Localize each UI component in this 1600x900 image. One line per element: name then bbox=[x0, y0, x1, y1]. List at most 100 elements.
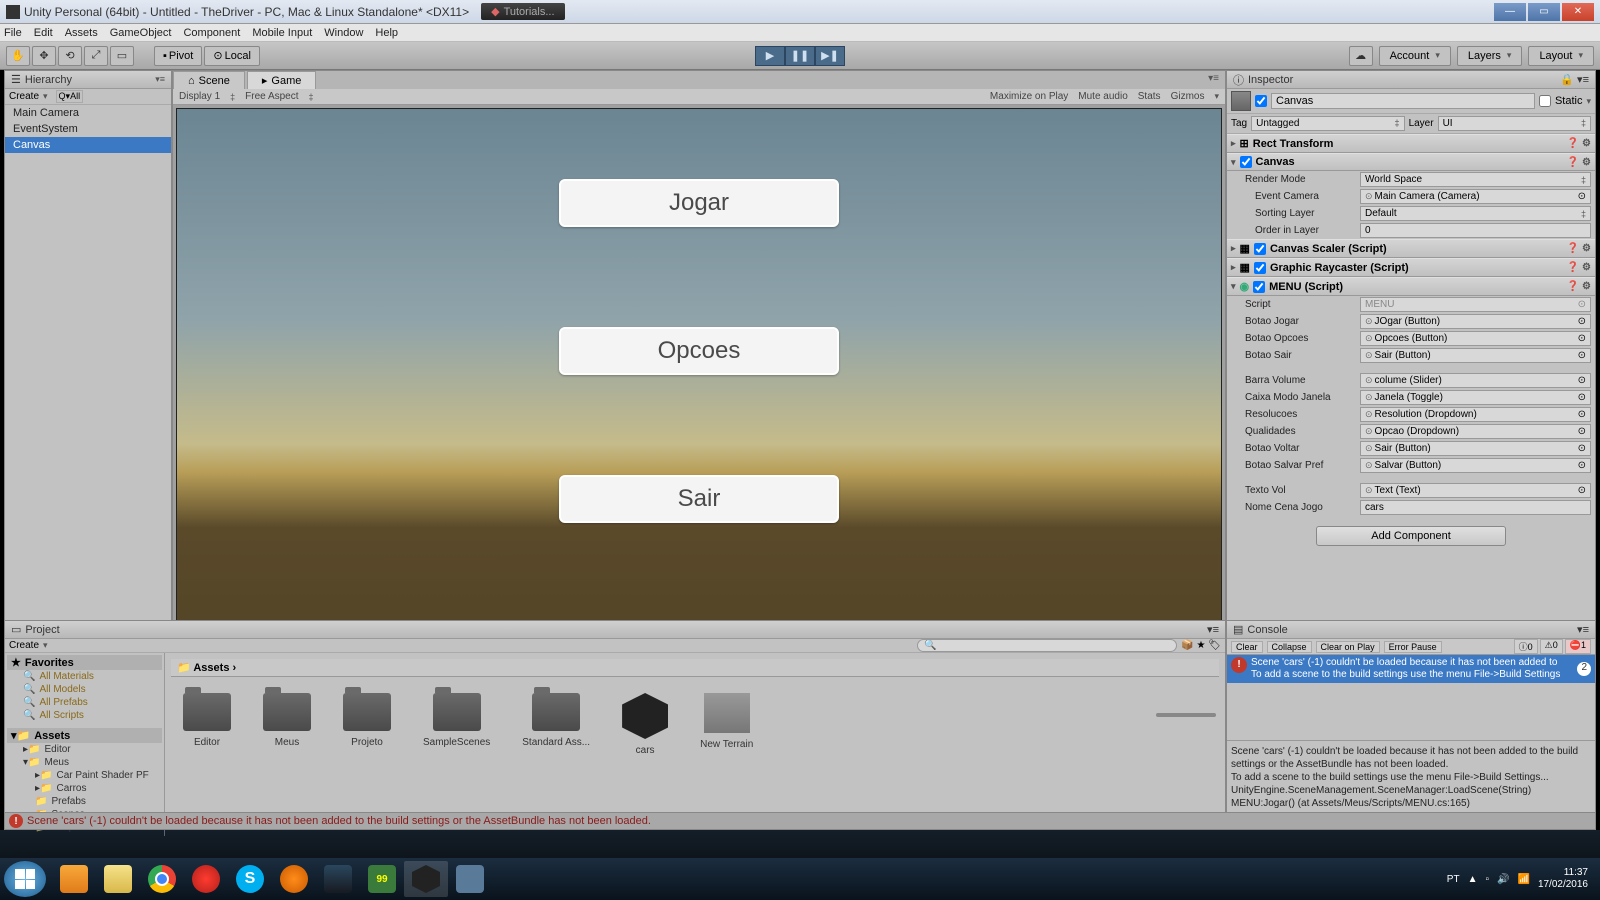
tree-item[interactable]: 🔍All Scripts bbox=[7, 709, 162, 722]
scene-tab[interactable]: ⌂ Scene bbox=[173, 71, 245, 89]
taskbar-unity[interactable] bbox=[404, 861, 448, 897]
console-clear-on-play[interactable]: Clear on Play bbox=[1316, 641, 1380, 653]
tree-item[interactable]: ▸📁Carros bbox=[7, 782, 162, 795]
menu-help[interactable]: Help bbox=[375, 27, 398, 39]
project-header[interactable]: ▭ Project▾≡ bbox=[5, 621, 1225, 639]
asset-folder[interactable]: Meus bbox=[263, 693, 311, 756]
tray-lang[interactable]: PT bbox=[1447, 874, 1460, 885]
hierarchy-create[interactable]: Create bbox=[9, 91, 39, 102]
object-field[interactable]: Janela (Toggle)⊙ bbox=[1360, 390, 1591, 405]
tree-item[interactable]: 🔍All Materials bbox=[7, 670, 162, 683]
tree-item[interactable]: 🔍All Models bbox=[7, 683, 162, 696]
gizmos-toggle[interactable]: Gizmos bbox=[1171, 91, 1205, 102]
asset-folder[interactable]: Standard Ass... bbox=[522, 693, 590, 756]
object-field[interactable]: Sair (Button)⊙ bbox=[1360, 441, 1591, 456]
object-name-input[interactable] bbox=[1271, 93, 1535, 109]
menu-window[interactable]: Window bbox=[324, 27, 363, 39]
zoom-slider[interactable] bbox=[1156, 713, 1216, 717]
hierarchy-item[interactable]: EventSystem bbox=[5, 121, 171, 137]
breadcrumb[interactable]: 📁 Assets › bbox=[171, 659, 1219, 677]
taskbar-app[interactable] bbox=[272, 861, 316, 897]
rect-tool[interactable]: ▭ bbox=[110, 46, 134, 66]
menu-assets[interactable]: Assets bbox=[65, 27, 98, 39]
object-field[interactable]: Opcao (Dropdown)⊙ bbox=[1360, 424, 1591, 439]
layers-dropdown[interactable]: Layers▾ bbox=[1457, 46, 1523, 66]
event-camera-field[interactable]: Main Camera (Camera)⊙ bbox=[1360, 189, 1591, 204]
tree-item[interactable]: ▸📁Editor bbox=[7, 743, 162, 756]
error-count[interactable]: ⛔1 bbox=[1565, 639, 1591, 654]
object-field[interactable]: Opcoes (Button)⊙ bbox=[1360, 331, 1591, 346]
taskbar-skype[interactable]: S bbox=[228, 861, 272, 897]
hierarchy-header[interactable]: ☰ Hierarchy▾≡ bbox=[5, 71, 171, 89]
pause-button[interactable]: ❚❚ bbox=[785, 46, 815, 66]
tag-dropdown[interactable]: Untagged ‡ bbox=[1251, 116, 1404, 131]
object-field[interactable]: Salvar (Button)⊙ bbox=[1360, 458, 1591, 473]
static-checkbox[interactable] bbox=[1539, 95, 1551, 107]
exit-game-button[interactable]: Sair bbox=[559, 475, 839, 523]
graphic-raycaster-header[interactable]: ▸▦ Graphic Raycaster (Script)❓ ⚙ bbox=[1227, 258, 1595, 277]
taskbar-steam[interactable] bbox=[316, 861, 360, 897]
tree-item[interactable]: ▾📁Meus bbox=[7, 756, 162, 769]
sorting-layer-dropdown[interactable]: Default‡ bbox=[1360, 206, 1591, 221]
layer-dropdown[interactable]: UI ‡ bbox=[1438, 116, 1591, 131]
tree-item[interactable]: ▸📁Car Paint Shader PF bbox=[7, 769, 162, 782]
inspector-header[interactable]: ⓘ Inspector🔒 ▾≡ bbox=[1227, 71, 1595, 89]
object-field[interactable]: colume (Slider)⊙ bbox=[1360, 373, 1591, 388]
tray-network-icon[interactable]: 📶 bbox=[1517, 874, 1529, 885]
taskbar-explorer[interactable] bbox=[96, 861, 140, 897]
project-tree[interactable]: ★ Favorites 🔍All Materials 🔍All Models 🔍… bbox=[5, 653, 165, 836]
menu-script-header[interactable]: ▾◉ MENU (Script)❓ ⚙ bbox=[1227, 277, 1595, 296]
display-dropdown[interactable]: Display 1 bbox=[179, 91, 220, 102]
hierarchy-item-selected[interactable]: Canvas bbox=[5, 137, 171, 153]
pivot-toggle[interactable]: ▪Pivot bbox=[154, 46, 202, 66]
object-field[interactable]: JOgar (Button)⊙ bbox=[1360, 314, 1591, 329]
rotate-tool[interactable]: ⟲ bbox=[58, 46, 82, 66]
tray-flag-icon[interactable]: ▫ bbox=[1485, 874, 1489, 885]
taskbar-opera[interactable] bbox=[184, 861, 228, 897]
taskbar-app2[interactable]: 99 bbox=[360, 861, 404, 897]
hand-tool[interactable]: ✋ bbox=[6, 46, 30, 66]
aspect-dropdown[interactable]: Free Aspect bbox=[245, 91, 298, 102]
asset-terrain[interactable]: New Terrain bbox=[700, 693, 753, 756]
console-collapse[interactable]: Collapse bbox=[1267, 641, 1312, 653]
add-component-button[interactable]: Add Component bbox=[1316, 526, 1506, 546]
start-button[interactable] bbox=[4, 861, 46, 897]
maximize-button[interactable]: ▭ bbox=[1528, 3, 1560, 21]
asset-scene[interactable]: cars bbox=[622, 693, 668, 756]
play-game-button[interactable]: Jogar bbox=[559, 179, 839, 227]
order-field[interactable]: 0 bbox=[1360, 223, 1591, 238]
info-count[interactable]: ⓘ0 bbox=[1514, 639, 1538, 654]
object-field[interactable]: Resolution (Dropdown)⊙ bbox=[1360, 407, 1591, 422]
menu-mobile-input[interactable]: Mobile Input bbox=[252, 27, 312, 39]
play-button[interactable]: ▶ bbox=[755, 46, 785, 66]
scale-tool[interactable]: ⤢ bbox=[84, 46, 108, 66]
options-game-button[interactable]: Opcoes bbox=[559, 327, 839, 375]
asset-folder[interactable]: SampleScenes bbox=[423, 693, 490, 756]
menu-gameobject[interactable]: GameObject bbox=[110, 27, 172, 39]
asset-folder[interactable]: Projeto bbox=[343, 693, 391, 756]
console-error-message[interactable]: ! Scene 'cars' (-1) couldn't be loaded b… bbox=[1227, 655, 1595, 683]
mute-audio[interactable]: Mute audio bbox=[1078, 91, 1127, 102]
tree-item[interactable]: 📁Prefabs bbox=[7, 795, 162, 808]
render-mode-dropdown[interactable]: World Space‡ bbox=[1360, 172, 1591, 187]
taskbar-media-player[interactable] bbox=[52, 861, 96, 897]
menu-file[interactable]: File bbox=[4, 27, 22, 39]
step-button[interactable]: ▶❚ bbox=[815, 46, 845, 66]
local-toggle[interactable]: ⊙Local bbox=[204, 46, 260, 66]
maximize-on-play[interactable]: Maximize on Play bbox=[990, 91, 1068, 102]
menu-edit[interactable]: Edit bbox=[34, 27, 53, 39]
menu-component[interactable]: Component bbox=[183, 27, 240, 39]
minimize-button[interactable]: — bbox=[1494, 3, 1526, 21]
game-tab[interactable]: ▸ Game bbox=[247, 71, 317, 89]
tray-arrow-icon[interactable]: ▲ bbox=[1468, 874, 1478, 885]
stats-toggle[interactable]: Stats bbox=[1138, 91, 1161, 102]
console-error-pause[interactable]: Error Pause bbox=[1384, 641, 1442, 653]
console-header[interactable]: ▤ Console▾≡ bbox=[1227, 621, 1595, 639]
project-create[interactable]: Create bbox=[9, 640, 39, 651]
canvas-scaler-header[interactable]: ▸▦ Canvas Scaler (Script)❓ ⚙ bbox=[1227, 239, 1595, 258]
account-dropdown[interactable]: Account▾ bbox=[1379, 46, 1451, 66]
asset-folder[interactable]: Editor bbox=[183, 693, 231, 756]
object-field[interactable]: Text (Text)⊙ bbox=[1360, 483, 1591, 498]
project-search[interactable] bbox=[917, 639, 1177, 652]
canvas-component-header[interactable]: ▾ Canvas❓ ⚙ bbox=[1227, 153, 1595, 171]
